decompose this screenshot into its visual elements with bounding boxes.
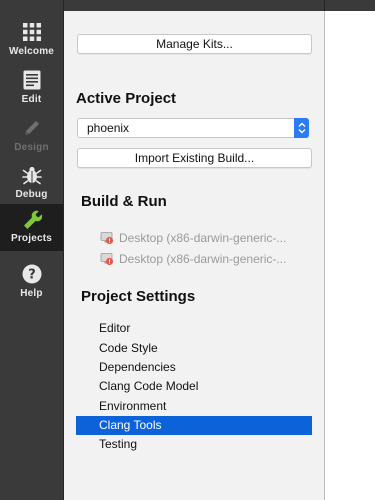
settings-item-label: Clang Code Model xyxy=(99,379,199,393)
settings-item-code-style[interactable]: Code Style xyxy=(76,339,312,358)
grid-icon xyxy=(21,21,43,43)
mode-label: Projects xyxy=(10,233,53,244)
settings-item-testing[interactable]: Testing xyxy=(76,435,312,454)
settings-item-label: Environment xyxy=(99,399,167,413)
updown-chevron-icon xyxy=(294,118,309,138)
top-strip-divider xyxy=(324,0,325,11)
mode-label: Edit xyxy=(21,94,42,105)
settings-pane xyxy=(325,11,375,500)
mode-label: Debug xyxy=(15,189,48,200)
mode-label: Help xyxy=(20,288,43,299)
settings-item-label: Clang Tools xyxy=(99,418,162,432)
monitor-error-icon xyxy=(100,231,114,245)
project-settings-title: Project Settings xyxy=(81,288,196,305)
settings-item-editor[interactable]: Editor xyxy=(76,319,312,338)
settings-item-dependencies[interactable]: Dependencies xyxy=(76,358,312,377)
kit-item[interactable]: Desktop (x86-darwin-generic-... xyxy=(100,229,286,247)
mode-label: Welcome xyxy=(8,46,55,57)
mode-edit[interactable]: Edit xyxy=(0,65,63,112)
build-run-title: Build & Run xyxy=(81,193,167,210)
svg-text:?: ? xyxy=(28,268,36,283)
top-strip xyxy=(63,0,375,11)
active-project-title: Active Project xyxy=(76,90,177,107)
document-icon xyxy=(21,69,43,91)
monitor-error-icon xyxy=(100,252,114,266)
settings-item-label: Testing xyxy=(99,437,138,451)
import-existing-build-button[interactable]: Import Existing Build... xyxy=(77,148,312,168)
settings-item-clang-tools[interactable]: Clang Tools xyxy=(76,416,312,435)
mode-projects[interactable]: Projects xyxy=(0,204,63,251)
settings-item-clang-code-model[interactable]: Clang Code Model xyxy=(76,377,312,396)
mode-welcome[interactable]: Welcome xyxy=(0,17,63,64)
pencil-icon xyxy=(21,117,43,139)
wrench-icon xyxy=(21,208,43,230)
mode-help[interactable]: ? Help xyxy=(0,259,63,306)
mode-label: Design xyxy=(14,142,49,153)
mode-sidebar: Welcome Edit Design Debug Projects ? Hel… xyxy=(0,0,64,500)
mode-debug[interactable]: Debug xyxy=(0,160,63,207)
bug-icon xyxy=(21,164,43,186)
settings-item-label: Editor xyxy=(99,321,131,335)
settings-item-label: Dependencies xyxy=(99,360,176,374)
mode-design[interactable]: Design xyxy=(0,113,63,160)
active-project-select[interactable]: phoenix xyxy=(77,118,309,138)
kit-item[interactable]: Desktop (x86-darwin-generic-... xyxy=(100,250,286,268)
settings-item-label: Code Style xyxy=(99,341,158,355)
kit-label: Desktop (x86-darwin-generic-... xyxy=(119,252,287,266)
kit-label: Desktop (x86-darwin-generic-... xyxy=(119,231,287,245)
manage-kits-button[interactable]: Manage Kits... xyxy=(77,34,312,54)
settings-item-environment[interactable]: Environment xyxy=(76,397,312,416)
question-icon: ? xyxy=(21,263,43,285)
active-project-value: phoenix xyxy=(87,121,130,135)
